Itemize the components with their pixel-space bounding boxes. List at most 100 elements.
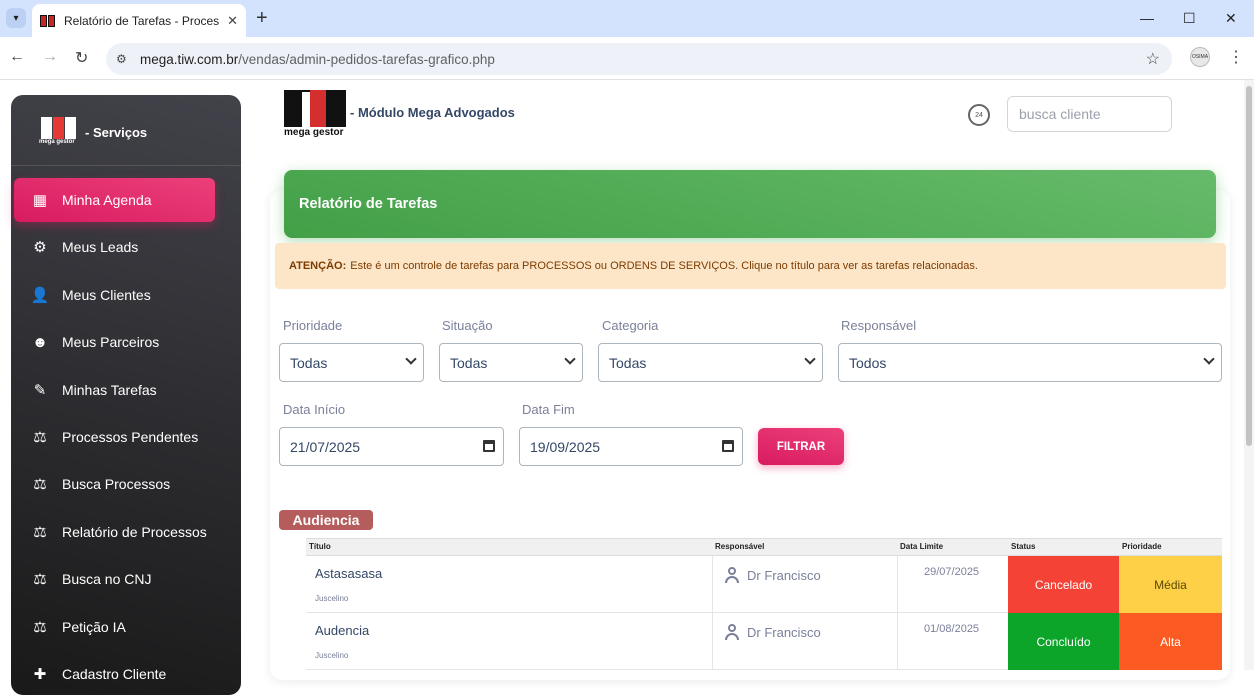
- calendar-icon[interactable]: [722, 440, 734, 452]
- gavel-icon: ⚖: [33, 618, 47, 636]
- maximize-icon[interactable]: ☐: [1183, 10, 1196, 27]
- sidebar-item[interactable]: ⚖ Busca no CNJ: [14, 557, 215, 601]
- column-header-data-limite: Data Limite: [900, 542, 944, 551]
- module-title: - Módulo Mega Advogados: [350, 105, 515, 120]
- person-icon: [724, 567, 740, 583]
- gavel-icon: ⚖: [33, 523, 47, 541]
- sidebar-item[interactable]: ✎ Minhas Tarefas: [14, 368, 215, 412]
- report-header: Relatório de Tarefas: [284, 170, 1216, 238]
- situacao-select[interactable]: Todas: [439, 343, 583, 382]
- sidebar-brand[interactable]: mega gestor - Serviços: [39, 115, 147, 149]
- categoria-select[interactable]: Todas: [598, 343, 823, 382]
- scrollbar-thumb[interactable]: [1246, 86, 1252, 446]
- task-responsavel: Dr Francisco: [724, 624, 821, 640]
- site-favicon-icon: [40, 14, 56, 27]
- column-divider: [897, 613, 898, 670]
- column-header-status: Status: [1011, 542, 1036, 551]
- table-row[interactable]: Astasasasa Juscelino Dr Francisco 29/07/202…: [306, 556, 1222, 613]
- sidebar-item-label: Busca Processos: [62, 476, 171, 493]
- user-tasks-icon: ✎: [33, 381, 47, 399]
- minimize-icon[interactable]: —: [1140, 10, 1154, 26]
- browser-menu-icon[interactable]: ⋮: [1228, 47, 1244, 67]
- address-bar: ← → ↻ ⚙ mega.tiw.com.br/vendas/admin-ped…: [0, 37, 1254, 80]
- gavel-icon: ⚖: [33, 429, 47, 446]
- sidebar-item-label: Minhas Tarefas: [62, 381, 157, 398]
- data-fim-label: Data Fim: [522, 402, 575, 417]
- mega-gestor-logo: mega gestor: [39, 115, 77, 149]
- calendar-icon: ▦: [32, 192, 48, 209]
- gavel-icon: ⚖: [33, 571, 47, 589]
- task-title-link[interactable]: Astasasasa: [315, 566, 382, 581]
- sidebar-item[interactable]: ⚖ Petição IA: [14, 605, 215, 649]
- table-header: Título Responsável Data Limite Status Pr…: [306, 538, 1222, 556]
- status-badge: Cancelado: [1008, 556, 1119, 613]
- categoria-label: Categoria: [602, 318, 659, 333]
- sidebar-item-label: Processos Pendentes: [62, 429, 199, 445]
- prioridade-select[interactable]: Todas: [279, 343, 424, 382]
- data-inicio-label: Data Início: [283, 402, 346, 417]
- profile-avatar[interactable]: OSIMA: [1190, 47, 1210, 67]
- priority-badge: Alta: [1119, 613, 1222, 670]
- responsavel-label: Responsável: [841, 318, 917, 333]
- sidebar-item[interactable]: ▦ Minha Agenda: [14, 178, 215, 222]
- url-field[interactable]: ⚙ mega.tiw.com.br/vendas/admin-pedidos-t…: [106, 43, 1172, 75]
- sidebar-item-label: Meus Leads: [62, 239, 139, 256]
- tab-list-button[interactable]: ▾: [6, 8, 26, 28]
- task-client: Juscelino: [315, 594, 349, 603]
- browser-tab[interactable]: Relatório de Tarefas - Processos ✕: [32, 4, 246, 37]
- data-inicio-input[interactable]: 21/07/2025: [279, 427, 504, 466]
- responsavel-select[interactable]: Todos: [838, 343, 1222, 382]
- bookmark-star-icon[interactable]: ☆: [1146, 49, 1160, 69]
- reload-icon[interactable]: ↻: [75, 48, 88, 68]
- user-plus-icon: ✚: [33, 666, 47, 683]
- sidebar-item-label: Busca no CNJ: [62, 571, 152, 588]
- users-group-icon: ☻: [32, 333, 48, 351]
- data-fim-input[interactable]: 19/09/2025: [519, 427, 743, 466]
- alert-strong: ATENÇÃO:: [289, 260, 347, 272]
- site-info-icon[interactable]: ⚙: [116, 52, 132, 66]
- priority-badge: Média: [1119, 556, 1222, 613]
- chevron-down-icon: [1203, 353, 1215, 365]
- group-title-badge[interactable]: Audiencia: [279, 510, 373, 530]
- task-date: 01/08/2025: [924, 623, 980, 635]
- history-24h-icon[interactable]: 24: [968, 104, 990, 126]
- sidebar-item[interactable]: ✚ Cadastro Cliente: [14, 652, 215, 696]
- sidebar-item-label: Petição IA: [62, 618, 126, 635]
- sidebar-item-label: Relatório de Processos: [62, 523, 207, 540]
- forward-icon[interactable]: →: [42, 48, 58, 66]
- tab-close-icon[interactable]: ✕: [227, 13, 238, 29]
- alert-text: Este é um controle de tarefas para PROCE…: [350, 260, 978, 272]
- back-icon[interactable]: ←: [9, 48, 25, 66]
- sidebar-item-label: Meus Clientes: [62, 286, 151, 303]
- column-header-titulo: Título: [309, 542, 331, 551]
- mega-gestor-main-logo[interactable]: mega gestor: [284, 90, 346, 138]
- responsavel-name: Dr Francisco: [747, 624, 821, 640]
- sidebar-item[interactable]: ⚖ Relatório de Processos: [14, 510, 215, 554]
- url-path: /vendas/admin-pedidos-tarefas-grafico.ph…: [238, 51, 495, 67]
- task-title-link[interactable]: Audencia: [315, 623, 369, 638]
- gavel-icon: ⚖: [33, 476, 47, 494]
- sidebar-item[interactable]: ☻ Meus Parceiros: [14, 320, 215, 364]
- column-divider: [712, 613, 713, 670]
- column-header-prioridade: Prioridade: [1122, 542, 1162, 551]
- new-tab-icon[interactable]: +: [256, 8, 268, 28]
- report-title: Relatório de Tarefas: [299, 196, 438, 212]
- page-scrollbar[interactable]: [1244, 80, 1254, 670]
- browser-tabbar: ▾ Relatório de Tarefas - Processos ✕ + —…: [0, 0, 1254, 37]
- sidebar-item[interactable]: 👤 Meus Clientes: [14, 273, 215, 317]
- sidebar-item[interactable]: ⚙ Meus Leads: [14, 225, 215, 269]
- table-row[interactable]: Audencia Juscelino Dr Francisco 01/08/2025 C…: [306, 613, 1222, 670]
- chevron-down-icon: [405, 353, 417, 365]
- prioridade-label: Prioridade: [283, 318, 343, 333]
- window-close-icon[interactable]: ✕: [1225, 10, 1237, 27]
- calendar-icon[interactable]: [483, 440, 495, 452]
- responsavel-name: Dr Francisco: [747, 567, 821, 583]
- sidebar-item[interactable]: ⚖ Busca Processos: [14, 462, 215, 506]
- column-header-responsavel: Responsável: [715, 542, 765, 551]
- filter-button[interactable]: FILTRAR: [758, 428, 844, 465]
- brand-label: - Serviços: [85, 124, 148, 140]
- sidebar-item[interactable]: ⚖ Processos Pendentes: [14, 415, 215, 459]
- status-badge: Concluído: [1008, 613, 1119, 670]
- search-client-input[interactable]: [1007, 96, 1172, 132]
- chevron-down-icon: [564, 353, 576, 365]
